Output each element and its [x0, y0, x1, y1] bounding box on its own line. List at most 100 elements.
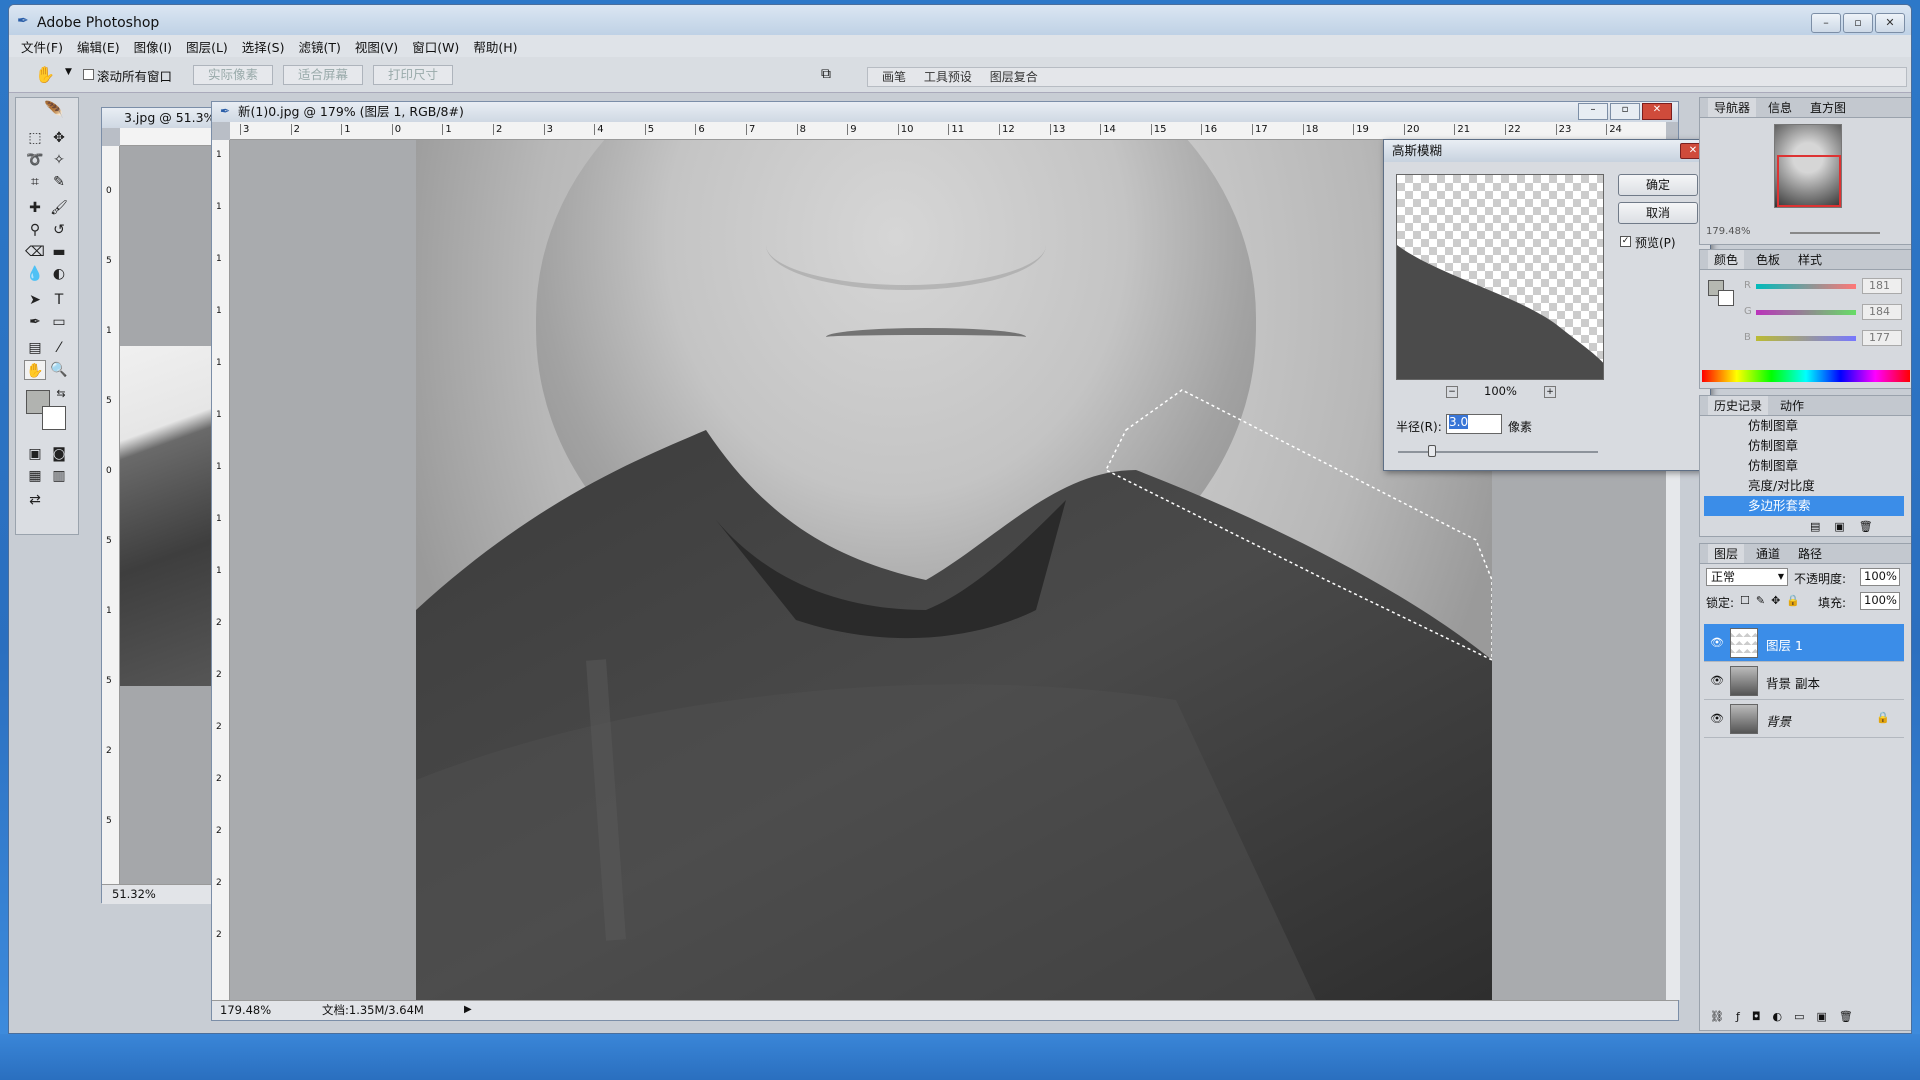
brush-tool-icon[interactable]: 🖌 [48, 198, 70, 218]
layer-name[interactable]: 背景 副本 [1766, 673, 1820, 692]
cancel-button[interactable]: 取消 [1618, 202, 1698, 224]
play-icon[interactable]: ▶ [464, 1001, 472, 1019]
standard-mode-icon[interactable]: ▣ [24, 444, 46, 464]
menu-file[interactable]: 文件(F) [21, 37, 63, 56]
zoom-tool-icon[interactable]: 🔍 [48, 360, 70, 380]
tab-navigator[interactable]: 导航器 [1708, 98, 1757, 117]
clone-stamp-icon[interactable]: ⚲ [24, 220, 46, 240]
document-title-main[interactable]: 新(1)0.jpg @ 179% (图层 1, RGB/8#) [212, 102, 1678, 122]
radius-input[interactable]: 3.0 [1446, 414, 1502, 434]
zoom-out-icon[interactable]: − [1446, 386, 1458, 398]
menu-image[interactable]: 图像(I) [134, 37, 172, 56]
doc-maximize-button[interactable]: ▫ [1610, 103, 1640, 120]
layer-row-selected[interactable]: 👁 图层 1 [1704, 624, 1904, 662]
eye-icon[interactable]: 👁 [1710, 636, 1724, 649]
opacity-input[interactable]: 100% [1860, 568, 1900, 586]
chevron-down-icon[interactable]: ▼ [65, 67, 72, 77]
layer-name[interactable]: 图层 1 [1766, 635, 1803, 654]
canvas-photo[interactable] [416, 140, 1492, 1000]
history-item[interactable]: 仿制图章 [1704, 456, 1904, 476]
scroll-all-checkbox[interactable] [83, 69, 94, 80]
preview-checkbox[interactable]: ✓ [1620, 236, 1631, 247]
fill-input[interactable]: 100% [1860, 592, 1900, 610]
tab-histogram[interactable]: 直方图 [1804, 98, 1852, 117]
fit-screen-button[interactable]: 适合屏幕 [283, 65, 363, 85]
gradient-tool-icon[interactable]: ▬ [48, 242, 70, 262]
eraser-tool-icon[interactable]: ⌫ [24, 242, 46, 262]
history-item[interactable]: 仿制图章 [1704, 416, 1904, 436]
history-footer-icons[interactable]: ▤▣🗑 [1810, 520, 1887, 533]
layer-row[interactable]: 👁 背景 副本 [1704, 662, 1904, 700]
tab-layers[interactable]: 图层 [1708, 544, 1745, 563]
channel-g-slider[interactable] [1756, 310, 1856, 315]
layers-footer-icons[interactable]: ⛓ƒ◘◐▭▣🗑 [1710, 1010, 1865, 1023]
blur-tool-icon[interactable]: 💧 [24, 264, 46, 284]
tab-actions[interactable]: 动作 [1774, 396, 1810, 415]
color-bg-swatch[interactable] [1718, 290, 1734, 306]
navigator-view-box[interactable] [1777, 155, 1841, 207]
print-size-button[interactable]: 打印尺寸 [373, 65, 453, 85]
channel-g-value[interactable]: 184 [1862, 304, 1902, 320]
menu-edit[interactable]: 编辑(E) [77, 37, 120, 56]
slice-tool-icon[interactable]: ✎ [48, 172, 70, 192]
navigator-thumbnail[interactable] [1774, 124, 1842, 208]
eye-icon[interactable]: 👁 [1710, 674, 1724, 687]
notes-tool-icon[interactable]: ▤ [24, 338, 46, 358]
menu-help[interactable]: 帮助(H) [473, 37, 517, 56]
eye-icon[interactable]: 👁 [1710, 712, 1724, 725]
marquee-tool-icon[interactable]: ⬚ [24, 128, 46, 148]
doc-minimize-button[interactable]: – [1578, 103, 1608, 120]
history-brush-icon[interactable]: ↺ [48, 220, 70, 240]
eyedropper-icon[interactable]: ⁄ [48, 338, 70, 358]
palette-well-icon[interactable]: ⧉ [821, 66, 831, 82]
tab-history[interactable]: 历史记录 [1708, 396, 1769, 415]
menu-window[interactable]: 窗口(W) [412, 37, 459, 56]
channel-r-value[interactable]: 181 [1862, 278, 1902, 294]
lasso-tool-icon[interactable]: ➰ [24, 150, 46, 170]
minimize-button[interactable]: – [1811, 13, 1841, 33]
close-button[interactable]: ✕ [1875, 13, 1905, 33]
blend-mode-select[interactable]: 正常 ▼ [1706, 568, 1788, 586]
color-ramp[interactable] [1702, 370, 1910, 382]
tab-channels[interactable]: 通道 [1750, 544, 1786, 563]
menu-layer[interactable]: 图层(L) [186, 37, 228, 56]
doc-close-button[interactable]: ✕ [1642, 103, 1672, 120]
fullscreen-mode-icon[interactable]: ▥ [48, 466, 70, 486]
imageready-icon[interactable]: ⇄ [24, 490, 46, 510]
tab-styles[interactable]: 样式 [1792, 250, 1828, 269]
layer-row[interactable]: 👁 背景 🔒 [1704, 700, 1904, 738]
menu-filter[interactable]: 滤镜(T) [298, 37, 340, 56]
zoom-in-icon[interactable]: + [1544, 386, 1556, 398]
menu-view[interactable]: 视图(V) [355, 37, 398, 56]
hand-tool-icon[interactable]: ✋ [35, 65, 55, 84]
hand-tool-icon[interactable]: ✋ [24, 360, 46, 380]
actual-pixels-button[interactable]: 实际像素 [193, 65, 273, 85]
swap-colors-icon[interactable]: ⇆ [50, 384, 72, 404]
tab-swatches[interactable]: 色板 [1750, 250, 1786, 269]
channel-b-value[interactable]: 177 [1862, 330, 1902, 346]
dodge-tool-icon[interactable]: ◐ [48, 264, 70, 284]
zoom-readout[interactable]: 179.48% [220, 1001, 271, 1019]
dock-tab-layer-comps[interactable]: 图层复合 [990, 68, 1038, 86]
ok-button[interactable]: 确定 [1618, 174, 1698, 196]
maximize-button[interactable]: ▫ [1843, 13, 1873, 33]
dock-tab-brushes[interactable]: 画笔 [882, 68, 906, 86]
navigator-zoom-slider[interactable] [1790, 232, 1880, 234]
tab-info[interactable]: 信息 [1762, 98, 1798, 117]
tab-color[interactable]: 颜色 [1708, 250, 1745, 269]
path-select-icon[interactable]: ➤ [24, 290, 46, 310]
zoom-readout[interactable]: 51.32% [112, 885, 156, 903]
menu-select[interactable]: 选择(S) [242, 37, 285, 56]
type-tool-icon[interactable]: T [48, 290, 70, 310]
quick-mask-icon[interactable]: ◙ [48, 444, 70, 464]
magic-wand-icon[interactable]: ✧ [48, 150, 70, 170]
background-color-swatch[interactable] [42, 406, 66, 430]
screen-mode-icon[interactable]: ▦ [24, 466, 46, 486]
layer-name[interactable]: 背景 [1766, 711, 1791, 730]
preview-pane[interactable] [1396, 174, 1604, 380]
healing-brush-icon[interactable]: ✚ [24, 198, 46, 218]
navigator-zoom[interactable]: 179.48% [1706, 226, 1751, 237]
history-item-selected[interactable]: 多边形套索 [1704, 496, 1904, 516]
crop-tool-icon[interactable]: ⌗ [24, 172, 46, 192]
channel-r-slider[interactable] [1756, 284, 1856, 289]
